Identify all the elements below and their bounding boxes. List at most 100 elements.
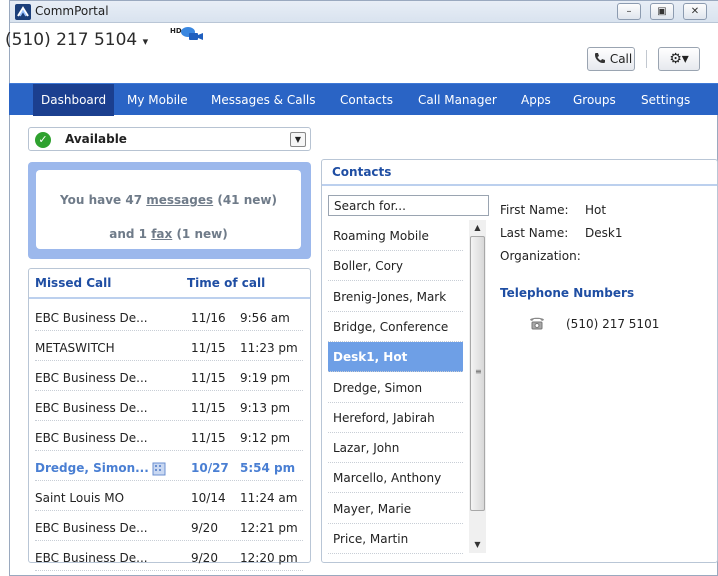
missed-call-caller: Dredge, Simon... <box>35 461 149 475</box>
own-phone-number[interactable]: (510) 217 5104 ▾ <box>5 30 148 50</box>
window-title: CommPortal <box>35 4 109 18</box>
contact-list-scrollbar[interactable]: ▲ ≡ ▼ <box>469 220 486 553</box>
contact-name: Price, Martin <box>333 532 409 546</box>
messages-count-text: You have 47 <box>60 193 147 207</box>
minimize-button[interactable]: – <box>617 3 641 20</box>
scroll-grip-icon: ≡ <box>475 367 482 376</box>
phone-handset-icon <box>595 53 605 63</box>
first-name-label: First Name: <box>500 203 569 217</box>
header-divider <box>646 50 647 68</box>
missed-call-caller: EBC Business De... <box>35 401 148 415</box>
dropdown-arrow-icon[interactable]: ▼ <box>290 132 306 147</box>
scroll-down-arrow-icon[interactable]: ▼ <box>469 537 486 553</box>
missed-call-time: 9:13 pm <box>240 401 291 415</box>
contact-list-item[interactable]: Dredge, Simon <box>328 373 463 403</box>
fax-new-text: (1 new) <box>172 227 228 241</box>
gear-icon: ⚙▾ <box>669 51 689 67</box>
missed-calls-header: Missed Call Time of call <box>29 269 310 299</box>
organization-label: Organization: <box>500 249 581 263</box>
settings-gear-button[interactable]: ⚙▾ <box>658 47 700 71</box>
contact-name: Mayer, Marie <box>333 501 412 516</box>
close-button[interactable]: ✕ <box>683 3 707 20</box>
hd-badge: HD <box>170 27 182 35</box>
message-summary-bubble: You have 47 messages (41 new) and 1 fax … <box>36 170 301 249</box>
missed-call-caller: EBC Business De... <box>35 521 148 535</box>
missed-call-time: 9:56 am <box>240 311 290 325</box>
contact-name: Roaming Mobile <box>333 229 429 243</box>
missed-call-row[interactable]: METASWITCH 11/15 11:23 pm <box>35 337 303 361</box>
missed-call-caller: EBC Business De... <box>35 431 148 445</box>
contact-list-item[interactable]: Roaming Mobile <box>328 221 463 251</box>
contact-list-item[interactable]: Lazar, John <box>328 433 463 464</box>
fax-link[interactable]: fax <box>151 227 172 241</box>
tab-dashboard[interactable]: Dashboard <box>33 84 115 116</box>
missed-call-date: 11/16 <box>191 311 226 325</box>
telephone-number[interactable]: (510) 217 5101 <box>566 317 659 331</box>
chevron-down-icon: ▾ <box>142 35 149 48</box>
contact-list-item[interactable]: Hereford, Jabirah <box>328 403 463 433</box>
contact-name: Lazar, John <box>333 441 400 456</box>
contact-list-item[interactable]: Marcello, Anthony <box>328 463 463 494</box>
time-of-call-column-header: Time of call <box>187 276 266 290</box>
missed-call-row[interactable]: EBC Business De... 11/15 9:19 pm <box>35 367 303 391</box>
missed-call-date: 9/20 <box>191 551 218 565</box>
call-button[interactable]: Call <box>587 47 635 71</box>
messages-link[interactable]: messages <box>146 193 213 207</box>
contact-list-item[interactable]: Mayer, Marie <box>328 494 463 524</box>
phone-number-text: (510) 217 5104 <box>5 30 138 50</box>
contact-list-item[interactable]: Bridge, Conference <box>328 312 463 342</box>
tab-groups[interactable]: Groups <box>573 84 616 116</box>
checkmark-icon: ✓ <box>35 132 51 148</box>
missed-call-time: 11:24 am <box>240 491 298 505</box>
missed-call-date: 11/15 <box>191 341 226 355</box>
scroll-up-arrow-icon[interactable]: ▲ <box>469 220 486 236</box>
messages-new-text: (41 new) <box>213 193 277 207</box>
missed-call-time: 9:19 pm <box>240 371 291 385</box>
contact-name: Hereford, Jabirah <box>333 410 435 425</box>
contact-list-item[interactable]: Boller, Cory <box>328 251 463 282</box>
missed-call-caller: EBC Business De... <box>35 551 148 565</box>
first-name-value: Hot <box>585 203 607 217</box>
missed-call-row[interactable]: Saint Louis MO 10/14 11:24 am <box>35 487 303 511</box>
tab-my-mobile[interactable]: My Mobile <box>127 84 188 116</box>
tab-call-manager[interactable]: Call Manager <box>418 84 497 116</box>
missed-call-row[interactable]: EBC Business De... 11/16 9:56 am <box>35 307 303 331</box>
restore-button[interactable]: ▣ <box>650 3 674 20</box>
title-bar: CommPortal – ▣ ✕ <box>10 1 718 23</box>
missed-call-row[interactable]: EBC Business De... 11/15 9:12 pm <box>35 427 303 451</box>
building-contact-icon <box>152 462 166 476</box>
missed-call-caller: EBC Business De... <box>35 311 148 325</box>
missed-call-caller: EBC Business De... <box>35 371 148 385</box>
tab-contacts[interactable]: Contacts <box>340 84 393 116</box>
tab-apps[interactable]: Apps <box>521 84 551 116</box>
fax-count-text: and 1 <box>109 227 152 241</box>
missed-call-date: 11/15 <box>191 431 226 445</box>
missed-call-time: 12:21 pm <box>240 521 298 535</box>
contact-list-item[interactable]: Desk1, Hot <box>328 342 463 373</box>
missed-call-time: 11:23 pm <box>240 341 298 355</box>
telephone-numbers-heading: Telephone Numbers <box>500 286 635 300</box>
missed-call-row[interactable]: EBC Business De... 11/15 9:13 pm <box>35 397 303 421</box>
availability-select[interactable]: ✓ Available ▼ <box>28 127 311 151</box>
missed-call-time: 9:12 pm <box>240 431 291 445</box>
missed-calls-panel: Missed Call Time of call EBC Business De… <box>28 268 311 571</box>
missed-call-caller: METASWITCH <box>35 341 115 355</box>
message-summary-panel: You have 47 messages (41 new) and 1 fax … <box>28 162 311 259</box>
contact-name: Marcello, Anthony <box>333 471 442 486</box>
missed-call-date: 10/27 <box>191 461 229 475</box>
scroll-thumb[interactable]: ≡ <box>470 236 485 511</box>
contact-list-item[interactable]: Price, Martin <box>328 524 463 554</box>
tab-settings[interactable]: Settings <box>641 84 690 116</box>
contact-list-item[interactable]: Brenig-Jones, Mark <box>328 282 463 312</box>
desk-phone-icon <box>530 317 544 330</box>
availability-label: Available <box>65 132 127 146</box>
missed-call-date: 9/20 <box>191 521 218 535</box>
video-chat-icon <box>181 27 203 40</box>
last-name-label: Last Name: <box>500 226 569 240</box>
contact-search-input[interactable] <box>328 195 489 216</box>
missed-call-row[interactable]: Dredge, Simon... 10/27 5:54 pm <box>35 457 303 481</box>
tab-messages-calls[interactable]: Messages & Calls <box>211 84 315 116</box>
missed-call-row[interactable]: EBC Business De... 9/20 12:21 pm <box>35 517 303 541</box>
missed-call-row[interactable]: EBC Business De... 9/20 12:20 pm <box>35 547 303 571</box>
missed-call-date: 11/15 <box>191 401 226 415</box>
